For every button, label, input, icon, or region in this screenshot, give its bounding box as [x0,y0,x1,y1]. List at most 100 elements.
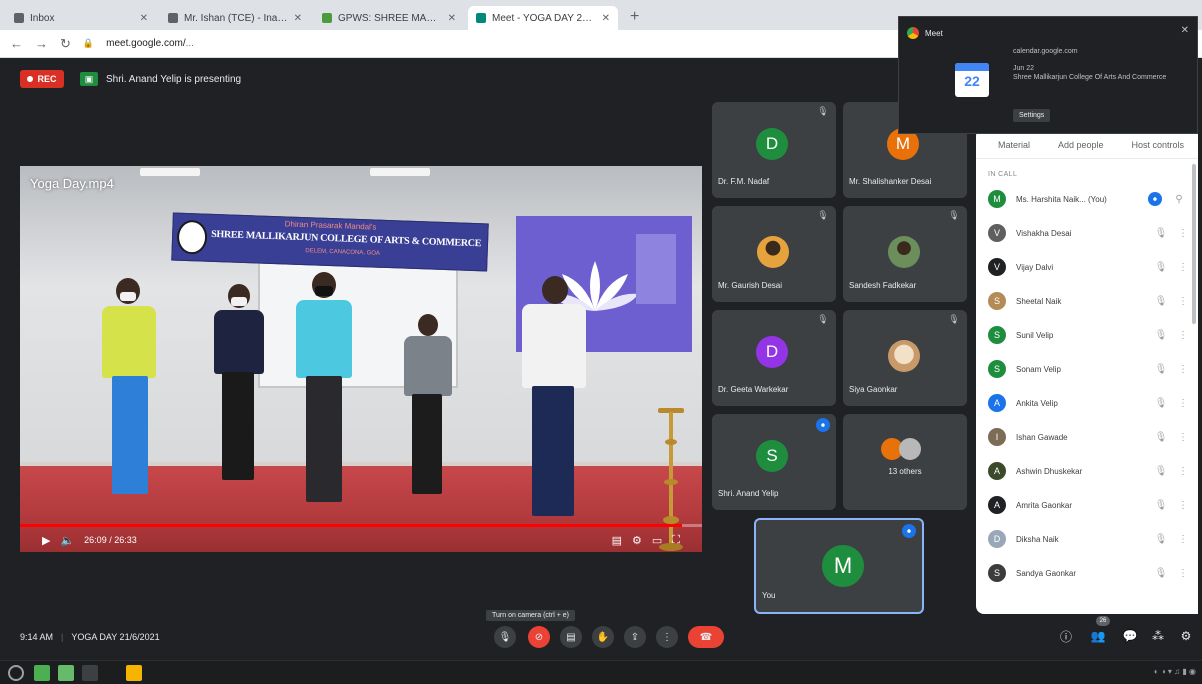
forward-icon[interactable]: → [35,36,48,51]
presentation-video[interactable]: Dhiran Prasarak Mandal's SHREE MALLIKARJ… [20,166,702,552]
folder-icon[interactable] [58,665,74,681]
close-icon[interactable]: ✕ [1181,25,1189,36]
participant-row[interactable]: D Diksha Naik 🎙 ⋮ [976,522,1198,556]
browser-tab[interactable]: Inbox ✕ [6,6,156,30]
self-tile[interactable]: ⦁ M You [754,518,924,614]
back-icon[interactable]: ← [10,36,23,51]
more-vert-icon[interactable]: ⋮ [1178,330,1188,341]
mic-off-icon[interactable]: 🎙 [1154,500,1168,511]
tab-material[interactable]: Material [998,140,1030,150]
lock-icon[interactable]: 🔒 [83,38,94,49]
mic-off-icon[interactable]: 🎙 [1154,262,1168,273]
more-vert-icon[interactable]: ⋮ [1178,500,1188,511]
participant-tile[interactable]: 🎙 D Dr. F.M. Nadaf [712,102,836,198]
activities-icon[interactable]: ⁂ [1148,626,1168,646]
close-tab-icon[interactable]: ✕ [294,13,302,24]
person-yellow [84,278,164,508]
mic-off-icon[interactable]: 🎙 [1154,432,1168,443]
more-vert-icon[interactable]: ⋮ [1178,364,1188,375]
more-vert-icon[interactable]: ⋮ [1178,432,1188,443]
participant-row[interactable]: S Sandya Gaonkar 🎙 ⋮ [976,556,1198,590]
mic-button[interactable]: 🎙 [494,626,516,648]
participant-row[interactable]: S Sonam Velip 🎙 ⋮ [976,352,1198,386]
panel-scrollbar[interactable] [1192,164,1196,324]
files-icon[interactable] [34,665,50,681]
participant-row[interactable]: S Sunil Velip 🎙 ⋮ [976,318,1198,352]
miniplayer-icon[interactable]: ▭ [652,534,662,547]
captions-icon[interactable]: ▤ [612,534,622,547]
more-vert-icon[interactable]: ⋮ [1178,568,1188,579]
browser-tab-active[interactable]: Meet - YOGA DAY 21/6/... ✕ [468,6,618,30]
participant-tile[interactable]: 🎙 Sandesh Fadkekar [843,206,967,302]
camera-off-button[interactable]: ⊘ [528,626,550,648]
tab-host-controls[interactable]: Host controls [1131,140,1184,150]
participant-row-name: Sonam Velip [1016,364,1061,374]
participant-row[interactable]: A Amrita Gaonkar 🎙 ⋮ [976,488,1198,522]
volume-icon[interactable]: 🔈 [60,534,74,547]
reload-icon[interactable]: ↻ [60,36,71,52]
browser-tab[interactable]: GPWS: SHREE MALLIKARJUN ... ✕ [314,6,464,30]
end-call-button[interactable]: ☎ [688,626,724,648]
participant-row[interactable]: S Sheetal Naik 🎙 ⋮ [976,284,1198,318]
fullscreen-icon[interactable]: ⛶ [672,534,680,547]
raise-hand-button[interactable]: ✋ [592,626,614,648]
participant-row[interactable]: A Ankita Velip 🎙 ⋮ [976,386,1198,420]
play-icon[interactable]: ▶ [42,534,50,547]
calendar-notification[interactable]: Meet ✕ 22 calendar.google.com Jun 22 Shr… [898,16,1198,134]
participant-row[interactable]: V Vishakha Desai 🎙 ⋮ [976,216,1198,250]
close-tab-icon[interactable]: ✕ [448,13,456,24]
chrome-icon [907,27,919,39]
participant-tile[interactable]: 🎙 Mr. Gaurish Desai [712,206,836,302]
close-tab-icon[interactable]: ✕ [140,13,148,24]
info-icon[interactable]: ⓘ [1056,626,1076,646]
app-icon[interactable] [126,665,142,681]
terminal-icon[interactable] [82,665,98,681]
others-tile[interactable]: 13 others [843,414,967,510]
captions-button[interactable]: ▤ [560,626,582,648]
more-options-button[interactable]: ⋮ [656,626,678,648]
video-progress-bar[interactable] [20,524,702,527]
tab-add-people[interactable]: Add people [1058,140,1104,150]
participant-row-name: Ankita Velip [1016,398,1058,408]
mic-off-icon[interactable]: 🎙 [1154,228,1168,239]
more-vert-icon[interactable]: ⋮ [1178,466,1188,477]
mic-off-icon[interactable]: 🎙 [1154,330,1168,341]
host-controls-icon[interactable]: ⚙ [1176,626,1196,646]
new-tab-button[interactable]: + [622,6,647,30]
more-vert-icon[interactable]: ⋮ [1178,534,1188,545]
mic-off-icon[interactable]: 🎙 [1154,398,1168,409]
participant-row[interactable]: V Vijay Dalvi 🎙 ⋮ [976,250,1198,284]
participant-row[interactable]: A Ashwin Dhuskekar 🎙 ⋮ [976,454,1198,488]
mic-off-icon[interactable]: 🎙 [1154,568,1168,579]
rec-label: REC [37,74,57,84]
present-button[interactable]: ⇪ [624,626,646,648]
mic-off-icon[interactable]: 🎙 [1154,534,1168,545]
participant-row[interactable]: I Ishan Gawade 🎙 ⋮ [976,420,1198,454]
mic-off-icon[interactable]: 🎙 [1154,466,1168,477]
more-vert-icon[interactable]: ⋮ [1178,398,1188,409]
participant-row[interactable]: M Ms. Harshita Naik... (You) ⦁ ⚲ [976,182,1198,216]
system-tray[interactable]: ◐ ◑ ▾ ♫ ▮ ◉ [1154,667,1196,676]
more-vert-icon[interactable]: ⋮ [1178,262,1188,273]
participant-name: Shri. Anand Yelip [718,489,779,498]
more-vert-icon[interactable]: ⋮ [1178,228,1188,239]
recording-badge[interactable]: REC [20,70,64,88]
participant-tile[interactable]: 🎙 Siya Gaonkar [843,310,967,406]
start-icon[interactable] [8,665,24,681]
notification-settings-button[interactable]: Settings [1013,109,1051,122]
participant-avatar: V [988,224,1006,242]
participant-tile[interactable]: 🎙 D Dr. Geeta Warkekar [712,310,836,406]
mic-off-icon[interactable]: 🎙 [1154,296,1168,307]
people-icon[interactable]: 👥 [1088,626,1108,646]
settings-icon[interactable]: ⚙ [632,534,642,547]
more-vert-icon[interactable]: ⋮ [1178,296,1188,307]
close-tab-icon[interactable]: ✕ [602,13,610,24]
url-field[interactable]: meet.google.com/... [106,38,194,49]
mic-off-icon[interactable]: 🎙 [1154,364,1168,375]
participant-tile-speaking[interactable]: ⦁ S Shri. Anand Yelip [712,414,836,510]
pin-icon[interactable]: ⚲ [1172,194,1186,205]
os-taskbar: ◐ ◑ ▾ ♫ ▮ ◉ [0,660,1202,684]
browser-tab[interactable]: Mr. Ishan (TCE) - Inaudible grey ... ✕ [160,6,310,30]
participant-row-name: Amrita Gaonkar [1016,500,1073,510]
chat-icon[interactable]: 💬 [1120,626,1140,646]
